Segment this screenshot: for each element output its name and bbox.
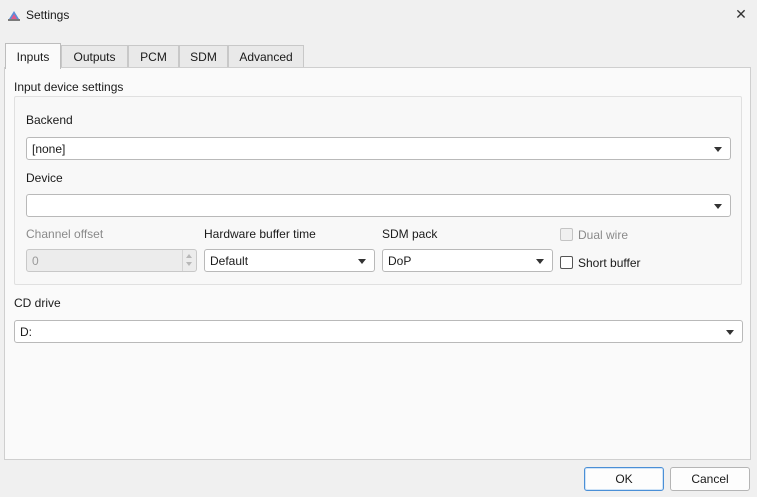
cd-drive-label: CD drive (14, 296, 61, 310)
chevron-down-icon (536, 259, 544, 264)
backend-dropdown[interactable]: [none] (26, 137, 731, 160)
device-dropdown[interactable] (26, 194, 731, 217)
chevron-down-icon (358, 259, 366, 264)
window-title: Settings (26, 8, 70, 22)
spin-down-icon[interactable] (186, 262, 192, 266)
channel-offset-label: Channel offset (26, 227, 104, 241)
channel-offset-spinbox[interactable]: 0 (26, 249, 197, 272)
tab-inputs[interactable]: Inputs (5, 43, 61, 69)
channel-offset-value: 0 (32, 254, 39, 268)
spin-up-icon[interactable] (186, 254, 192, 258)
chevron-down-icon (714, 147, 722, 152)
input-device-group-title: Input device settings (14, 80, 124, 94)
dual-wire-label: Dual wire (578, 228, 629, 242)
cd-drive-value: D: (20, 325, 32, 339)
spin-buttons[interactable] (182, 250, 196, 271)
title-bar: Settings ✕ (0, 0, 757, 30)
short-buffer-checkbox[interactable] (560, 256, 573, 269)
cancel-button[interactable]: Cancel (670, 467, 750, 491)
hw-buffer-dropdown[interactable]: Default (204, 249, 375, 272)
close-icon[interactable]: ✕ (731, 4, 751, 24)
sdm-pack-label: SDM pack (382, 227, 438, 241)
hw-buffer-label: Hardware buffer time (204, 227, 316, 241)
sdm-pack-dropdown[interactable]: DoP (382, 249, 553, 272)
sdm-pack-value: DoP (388, 254, 412, 268)
short-buffer-label: Short buffer (578, 256, 641, 270)
device-label: Device (26, 171, 63, 185)
ok-button[interactable]: OK (584, 467, 664, 491)
hw-buffer-value: Default (210, 254, 249, 268)
tab-pcm[interactable]: PCM (128, 45, 179, 67)
cd-drive-dropdown[interactable]: D: (14, 320, 743, 343)
backend-value: [none] (32, 142, 66, 156)
tab-sdm[interactable]: SDM (179, 45, 228, 67)
app-icon (8, 11, 20, 21)
backend-label: Backend (26, 113, 73, 127)
dual-wire-checkbox[interactable] (560, 228, 573, 241)
chevron-down-icon (714, 204, 722, 209)
tab-outputs[interactable]: Outputs (61, 45, 128, 67)
tab-advanced[interactable]: Advanced (228, 45, 304, 67)
chevron-down-icon (726, 330, 734, 335)
